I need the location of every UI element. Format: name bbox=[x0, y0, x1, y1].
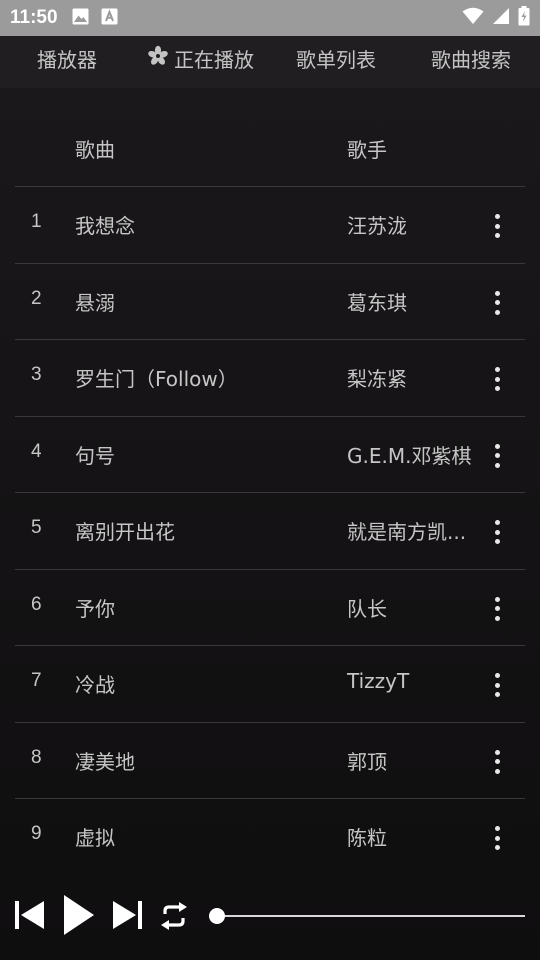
status-bar: 11:50 bbox=[0, 0, 540, 36]
more-options-icon[interactable] bbox=[487, 670, 507, 700]
row-artist: 葛东琪 bbox=[347, 290, 407, 315]
system-icons bbox=[462, 6, 530, 30]
table-row[interactable]: 5 离别开出花 就是南方凯... bbox=[15, 493, 525, 570]
list-header: 歌曲 歌手 bbox=[15, 110, 525, 187]
table-row[interactable]: 4 句号 G.E.M.邓紫棋 bbox=[15, 417, 525, 493]
more-options-icon[interactable] bbox=[487, 594, 507, 624]
skip-next-icon[interactable] bbox=[111, 899, 143, 935]
row-artist: 梨冻紧 bbox=[347, 367, 407, 391]
progress-thumb[interactable] bbox=[209, 908, 225, 924]
row-song-title: 我想念 bbox=[75, 214, 135, 238]
row-number: 9 bbox=[31, 823, 42, 844]
row-song-title: 凄美地 bbox=[75, 749, 135, 774]
row-artist: 就是南方凯... bbox=[347, 520, 467, 544]
progress-slider[interactable] bbox=[209, 908, 525, 924]
table-row[interactable]: 9 虚拟 陈粒 bbox=[15, 799, 525, 876]
app-screen: 11:50 播放器 正在播放 歌单列表 歌曲搜索 歌曲 歌手 1 我想念 汪苏泷… bbox=[0, 0, 540, 960]
row-song-title: 悬溺 bbox=[75, 290, 115, 315]
song-list: 1 我想念 汪苏泷 2 悬溺 葛东琪 3 罗生门（Follow） 梨冻紧 4 句… bbox=[15, 187, 525, 876]
signal-icon bbox=[492, 7, 510, 29]
more-options-icon[interactable] bbox=[487, 288, 507, 318]
image-icon bbox=[72, 8, 89, 29]
tab-playlists[interactable]: 歌单列表 bbox=[296, 36, 376, 84]
tab-player[interactable]: 播放器 bbox=[37, 36, 97, 84]
row-number: 7 bbox=[31, 670, 42, 691]
a-letter-icon bbox=[101, 8, 118, 29]
row-song-title: 离别开出花 bbox=[75, 520, 175, 544]
play-icon[interactable] bbox=[63, 894, 95, 940]
status-time: 11:50 bbox=[10, 7, 58, 28]
row-artist: 队长 bbox=[347, 596, 387, 621]
wifi-icon bbox=[462, 7, 484, 29]
table-row[interactable]: 2 悬溺 葛东琪 bbox=[15, 264, 525, 340]
player-bar bbox=[0, 880, 540, 950]
row-number: 8 bbox=[31, 746, 42, 768]
more-options-icon[interactable] bbox=[487, 364, 507, 394]
row-song-title: 予你 bbox=[75, 596, 115, 621]
row-artist: TizzyT bbox=[347, 669, 410, 693]
more-options-icon[interactable] bbox=[487, 211, 507, 241]
more-options-icon[interactable] bbox=[487, 823, 507, 853]
more-options-icon[interactable] bbox=[487, 747, 507, 777]
battery-icon bbox=[518, 6, 530, 30]
row-artist: 汪苏泷 bbox=[347, 214, 407, 238]
row-number: 1 bbox=[31, 211, 42, 232]
flower-icon bbox=[147, 36, 169, 84]
table-row[interactable]: 6 予你 队长 bbox=[15, 570, 525, 646]
row-artist: 郭顶 bbox=[347, 749, 387, 774]
skip-previous-icon[interactable] bbox=[14, 899, 46, 935]
row-number: 2 bbox=[31, 287, 42, 309]
row-song-title: 罗生门（Follow） bbox=[75, 367, 238, 391]
notification-area bbox=[72, 8, 118, 29]
row-number: 4 bbox=[31, 440, 42, 462]
tab-now-playing[interactable]: 正在播放 bbox=[147, 36, 254, 84]
table-row[interactable]: 1 我想念 汪苏泷 bbox=[15, 187, 525, 264]
table-row[interactable]: 3 罗生门（Follow） 梨冻紧 bbox=[15, 340, 525, 417]
tab-label: 歌曲搜索 bbox=[431, 48, 511, 72]
row-artist: G.E.M.邓紫棋 bbox=[347, 443, 472, 468]
row-song-title: 句号 bbox=[75, 443, 115, 468]
table-row[interactable]: 8 凄美地 郭顶 bbox=[15, 723, 525, 799]
repeat-icon[interactable] bbox=[156, 900, 192, 936]
tab-song-search[interactable]: 歌曲搜索 bbox=[431, 36, 511, 84]
header-artist: 歌手 bbox=[347, 138, 387, 162]
more-options-icon[interactable] bbox=[487, 441, 507, 471]
row-number: 3 bbox=[31, 364, 42, 385]
tab-label: 歌单列表 bbox=[296, 48, 376, 72]
row-artist: 陈粒 bbox=[347, 826, 387, 850]
header-song: 歌曲 bbox=[75, 138, 115, 162]
row-song-title: 冷战 bbox=[75, 673, 115, 697]
table-row[interactable]: 7 冷战 TizzyT bbox=[15, 646, 525, 723]
row-song-title: 虚拟 bbox=[75, 826, 115, 850]
row-number: 5 bbox=[31, 517, 42, 538]
tab-label: 正在播放 bbox=[174, 48, 254, 72]
tab-label: 播放器 bbox=[37, 48, 97, 72]
tab-bar: 播放器 正在播放 歌单列表 歌曲搜索 bbox=[0, 36, 540, 88]
more-options-icon[interactable] bbox=[487, 517, 507, 547]
row-number: 6 bbox=[31, 593, 42, 615]
